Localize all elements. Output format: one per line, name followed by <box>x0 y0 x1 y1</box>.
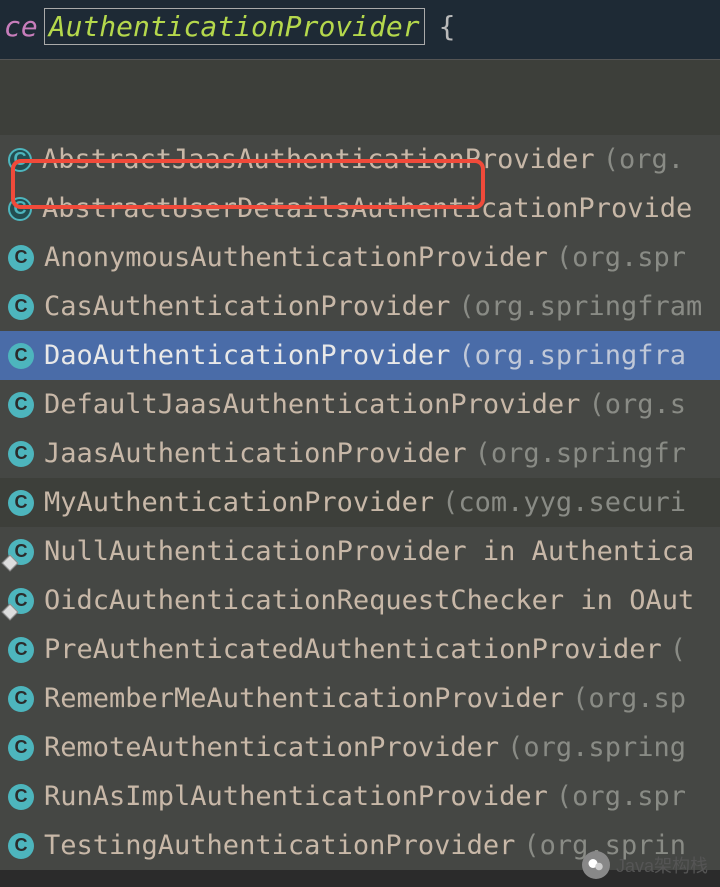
completion-item[interactable]: CNullAuthenticationProvider in Authentic… <box>0 527 720 576</box>
class-icon-wrapper: C <box>8 148 42 172</box>
completion-class-name: RememberMeAuthenticationProvider <box>44 683 564 714</box>
completion-item[interactable]: C JaasAuthenticationProvider (org.springfr <box>0 429 720 478</box>
class-icon-wrapper: C <box>8 588 44 614</box>
completion-item[interactable]: COidcAuthenticationRequestChecker in OAu… <box>0 576 720 625</box>
completion-item[interactable]: C RememberMeAuthenticationProvider (org.sp <box>0 674 720 723</box>
completion-class-name: DefaultJaasAuthenticationProvider <box>44 389 580 420</box>
completion-class-name: CasAuthenticationProvider <box>44 291 450 322</box>
completion-class-name: JaasAuthenticationProvider <box>44 438 467 469</box>
watermark: Java架构栈 <box>582 851 708 879</box>
completion-package: (org.spr <box>556 781 686 812</box>
completion-item[interactable]: C AbstractJaasAuthenticationProvider (org. <box>0 135 720 184</box>
completion-package: (com.yyg.securi <box>442 487 686 518</box>
completion-item[interactable]: C DaoAuthenticationProvider (org.springfra <box>0 331 720 380</box>
keyword-fragment: ce <box>4 10 38 43</box>
class-icon-wrapper: C <box>8 441 44 467</box>
completion-class-name: MyAuthenticationProvider <box>44 487 434 518</box>
class-icon: C <box>8 833 34 859</box>
completion-package: (org.sp <box>572 683 686 714</box>
class-icon-wrapper: C <box>8 784 44 810</box>
completion-class-name: TestingAuthenticationProvider <box>44 830 515 861</box>
completion-package: ( <box>670 634 686 665</box>
class-icon: C <box>8 245 34 271</box>
class-icon-wrapper: C <box>8 735 44 761</box>
class-icon: C <box>8 784 34 810</box>
class-icon: C <box>8 686 34 712</box>
completion-package: (org. <box>603 144 684 175</box>
class-icon-wrapper: C <box>8 686 44 712</box>
class-icon: C <box>8 197 32 221</box>
class-icon-wrapper: C <box>8 637 44 663</box>
completion-package: (org.springfram <box>458 291 702 322</box>
completion-class-name: RemoteAuthenticationProvider <box>44 732 499 763</box>
completion-class-name: RunAsImplAuthenticationProvider <box>44 781 548 812</box>
class-icon-wrapper: C <box>8 539 44 565</box>
class-icon: C <box>8 441 34 467</box>
class-icon-wrapper: C <box>8 197 42 221</box>
completion-package: (org.springfra <box>458 340 686 371</box>
class-icon: C <box>8 637 34 663</box>
completion-item[interactable]: C CasAuthenticationProvider (org.springfra… <box>0 282 720 331</box>
class-icon: C <box>8 392 34 418</box>
completion-package: (org.spr <box>556 242 686 273</box>
completion-item[interactable]: C AbstractUserDetailsAuthenticationProvid… <box>0 184 720 233</box>
class-icon-wrapper: C <box>8 833 44 859</box>
class-icon: C <box>8 343 34 369</box>
completion-class-name: AnonymousAuthenticationProvider <box>44 242 548 273</box>
completion-class-name: PreAuthenticatedAuthenticationProvider <box>44 634 662 665</box>
completion-header-gap <box>0 59 720 135</box>
class-icon: C <box>8 490 34 516</box>
class-icon-wrapper: C <box>8 392 44 418</box>
completion-item[interactable]: C RunAsImplAuthenticationProvider (org.spr <box>0 772 720 821</box>
class-icon: C <box>8 735 34 761</box>
completion-item[interactable]: C RemoteAuthenticationProvider (org.spring <box>0 723 720 772</box>
watermark-text: Java架构栈 <box>616 852 708 878</box>
wechat-icon <box>582 851 610 879</box>
class-icon: C <box>8 294 34 320</box>
class-icon-wrapper: C <box>8 490 44 516</box>
completion-item[interactable]: C DefaultJaasAuthenticationProvider (org.s <box>0 380 720 429</box>
class-icon: C <box>8 148 32 172</box>
completion-class-name: DaoAuthenticationProvider <box>44 340 450 371</box>
completion-item[interactable]: C MyAuthenticationProvider (com.yyg.securi <box>0 478 720 527</box>
completion-item[interactable]: C AnonymousAuthenticationProvider (org.spr <box>0 233 720 282</box>
class-icon-wrapper: C <box>8 294 44 320</box>
completion-item[interactable]: C PreAuthenticatedAuthenticationProvider ( <box>0 625 720 674</box>
completion-package: (org.spring <box>507 732 686 763</box>
completion-package: (org.s <box>588 389 686 420</box>
completion-class-name: NullAuthenticationProvider in Authentica <box>44 536 694 567</box>
completion-package: (org.springfr <box>475 438 686 469</box>
completion-class-name: AbstractJaasAuthenticationProvider <box>42 144 595 175</box>
class-icon-wrapper: C <box>8 245 44 271</box>
brace-token: { <box>439 10 456 43</box>
completion-class-name: AbstractUserDetailsAuthenticationProvide <box>42 193 692 224</box>
completion-list[interactable]: C AbstractJaasAuthenticationProvider (org.… <box>0 135 720 870</box>
completion-class-name: OidcAuthenticationRequestChecker in OAut <box>44 585 694 616</box>
code-line: ce AuthenticationProvider { <box>0 0 720 59</box>
class-icon-wrapper: C <box>8 343 44 369</box>
class-name-token[interactable]: AuthenticationProvider <box>44 8 425 45</box>
